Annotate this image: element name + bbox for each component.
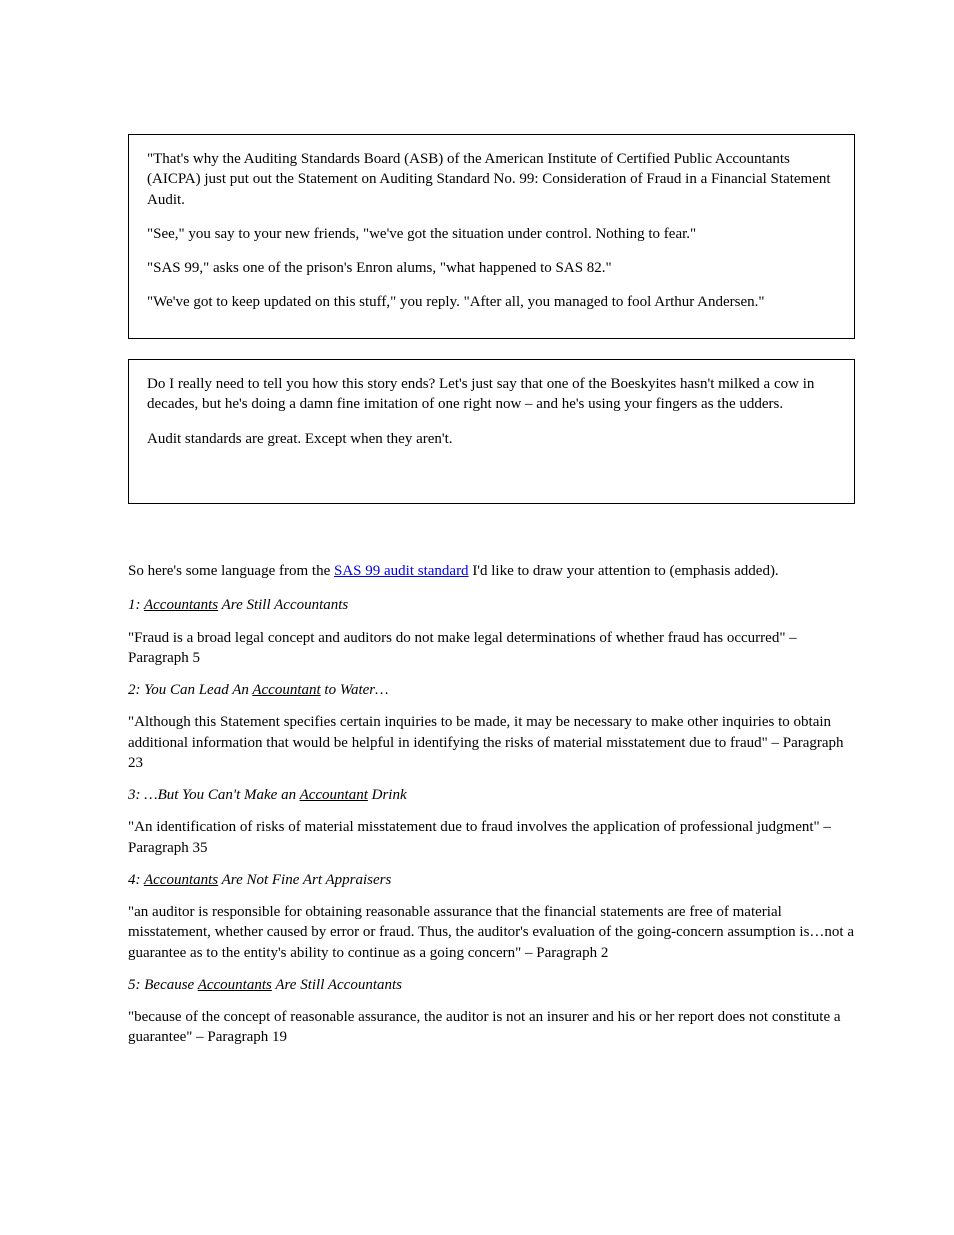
term-5-num: 5: Because	[128, 977, 198, 993]
term-1-underline: Accountants	[144, 597, 218, 613]
term-3: 3: …But You Can't Make an Accountant Dri…	[128, 785, 855, 858]
term-2-heading: 2: You Can Lead An Accountant to Water…	[128, 680, 855, 700]
term-2-after: to Water…	[321, 682, 389, 698]
box1-paragraph-3: "SAS 99," asks one of the prison's Enron…	[147, 258, 836, 278]
term-2-num: 2: You Can Lead An	[128, 682, 252, 698]
box1-paragraph-4: "We've got to keep updated on this stuff…	[147, 292, 836, 312]
term-4-underline: Accountants	[144, 872, 218, 888]
term-3-after: Drink	[368, 787, 407, 803]
term-3-underline: Accountant	[300, 787, 368, 803]
term-4: 4: Accountants Are Not Fine Art Appraise…	[128, 870, 855, 963]
term-1-after: Are Still Accountants	[218, 597, 348, 613]
term-4-heading: 4: Accountants Are Not Fine Art Appraise…	[128, 870, 855, 890]
term-3-heading: 3: …But You Can't Make an Accountant Dri…	[128, 785, 855, 805]
intro-lead-in: So here's some language from the	[128, 563, 334, 579]
boxed-passage-1: "That's why the Auditing Standards Board…	[128, 134, 855, 339]
term-5-underline: Accountants	[198, 977, 272, 993]
term-3-body: "An identification of risks of material …	[128, 817, 855, 858]
term-1: 1: Accountants Are Still Accountants "Fr…	[128, 595, 855, 668]
box2-paragraph-2: Audit standards are great. Except when t…	[147, 429, 836, 449]
box1-paragraph-1: "That's why the Auditing Standards Board…	[147, 149, 836, 210]
term-2-body: "Although this Statement specifies certa…	[128, 712, 855, 773]
term-2: 2: You Can Lead An Accountant to Water… …	[128, 680, 855, 773]
term-4-body: "an auditor is responsible for obtaining…	[128, 902, 855, 963]
boxed-passage-2: Do I really need to tell you how this st…	[128, 359, 855, 504]
term-4-after: Are Not Fine Art Appraisers	[218, 872, 391, 888]
term-1-num: 1:	[128, 597, 144, 613]
term-5-after: Are Still Accountants	[272, 977, 402, 993]
term-4-num: 4:	[128, 872, 144, 888]
term-5: 5: Because Accountants Are Still Account…	[128, 975, 855, 1048]
term-2-underline: Accountant	[252, 682, 320, 698]
sas99-link[interactable]: SAS 99 audit standard	[334, 563, 469, 579]
term-5-body: "because of the concept of reasonable as…	[128, 1007, 855, 1048]
intro-lead-out: I'd like to draw your attention to (emph…	[469, 563, 779, 579]
page: "That's why the Auditing Standards Board…	[0, 0, 954, 1235]
term-1-heading: 1: Accountants Are Still Accountants	[128, 595, 855, 615]
term-5-heading: 5: Because Accountants Are Still Account…	[128, 975, 855, 995]
term-3-num: 3: …But You Can't Make an	[128, 787, 300, 803]
intro-line: So here's some language from the SAS 99 …	[128, 561, 855, 581]
box2-paragraph-1: Do I really need to tell you how this st…	[147, 374, 836, 415]
term-1-body: "Fraud is a broad legal concept and audi…	[128, 628, 855, 669]
body-text: So here's some language from the SAS 99 …	[128, 525, 855, 1060]
box1-paragraph-2: "See," you say to your new friends, "we'…	[147, 224, 836, 244]
